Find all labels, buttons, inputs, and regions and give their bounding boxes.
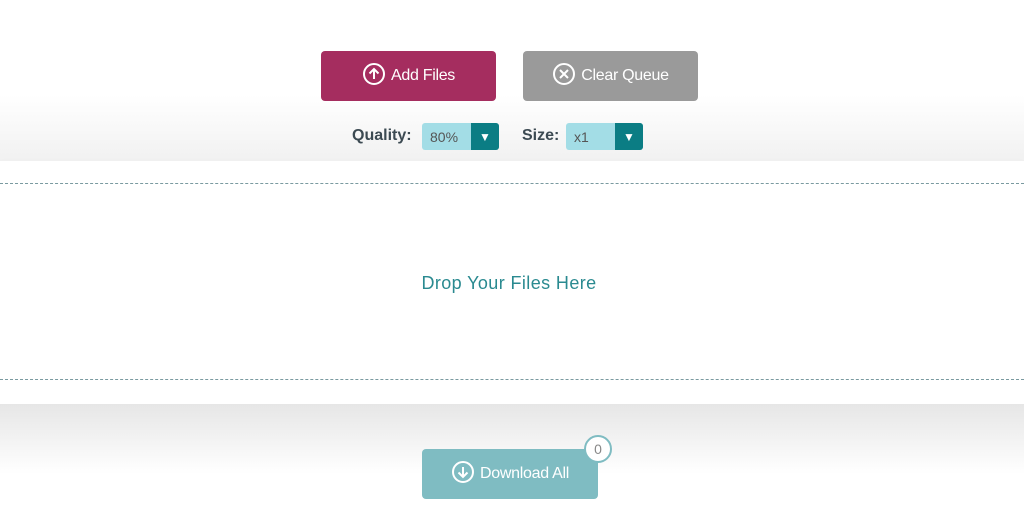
drop-zone-text: Drop Your Files Here	[421, 273, 597, 293]
chevron-down-icon: ▼	[615, 123, 643, 150]
size-value: x1	[574, 128, 589, 145]
size-select[interactable]: x1 ▼	[566, 123, 643, 150]
download-count-badge: 0	[584, 435, 612, 463]
upload-circle-icon	[362, 62, 386, 91]
drop-zone[interactable]: Drop Your Files Here	[0, 161, 1024, 404]
chevron-down-icon: ▼	[471, 123, 499, 150]
close-circle-icon	[552, 62, 576, 91]
quality-select[interactable]: 80% ▼	[422, 123, 499, 150]
download-all-button[interactable]: Download All	[422, 449, 598, 499]
quality-label: Quality:	[352, 127, 412, 144]
size-label: Size:	[522, 127, 560, 144]
dashed-border-bottom	[0, 379, 1024, 380]
dashed-border-top	[0, 183, 1024, 184]
clear-queue-button[interactable]: Clear Queue	[523, 51, 698, 101]
add-files-button[interactable]: Add Files	[321, 51, 496, 101]
download-all-label: Download All	[480, 465, 569, 482]
quality-value: 80%	[430, 128, 459, 145]
toolbar-area	[0, 0, 1024, 161]
clear-queue-label: Clear Queue	[581, 67, 669, 84]
add-files-label: Add Files	[391, 67, 455, 84]
download-circle-icon	[451, 460, 475, 489]
